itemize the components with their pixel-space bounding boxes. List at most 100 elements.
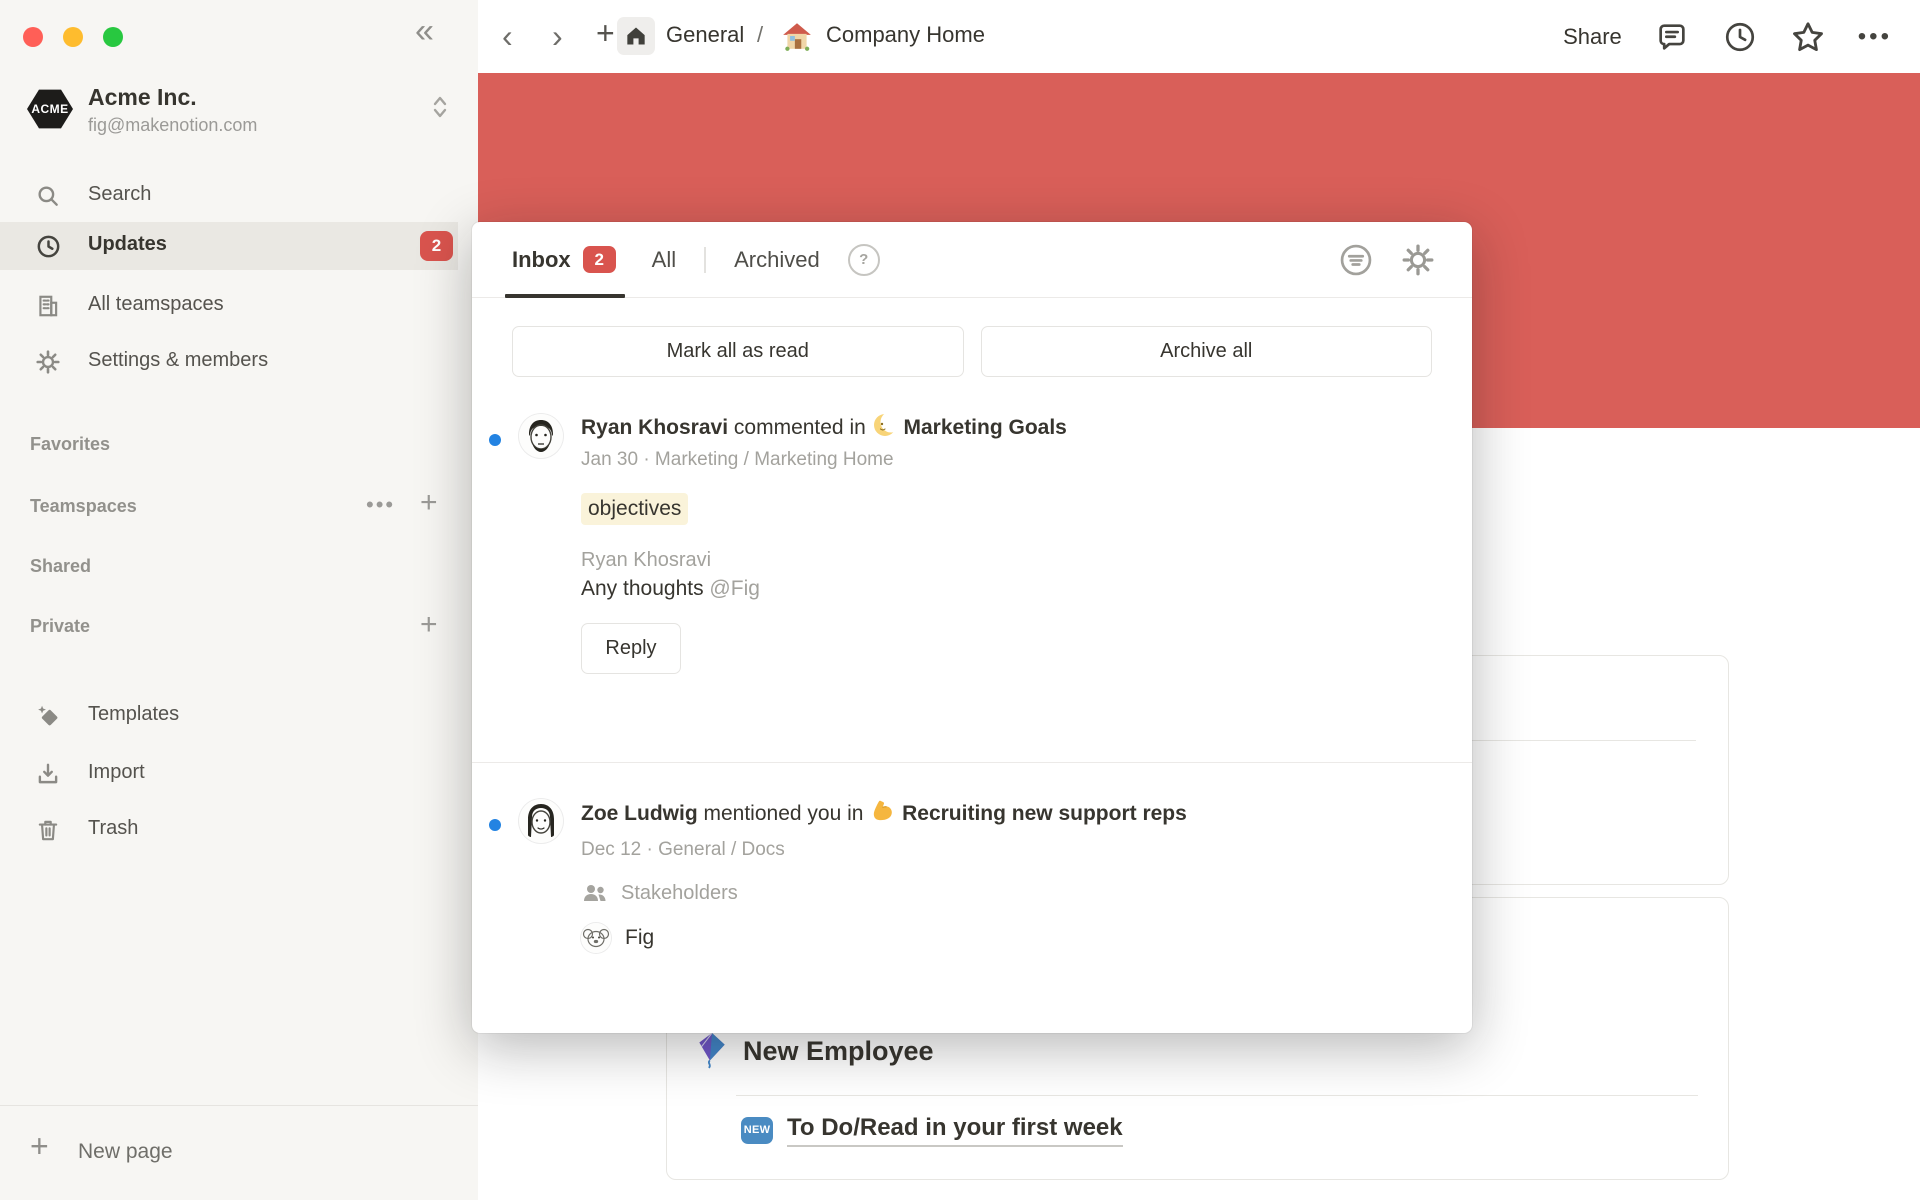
sidebar-item-label: Search (88, 183, 151, 206)
tab-all[interactable]: All (652, 247, 676, 273)
window-controls (23, 27, 123, 47)
zoom-window-button[interactable] (103, 27, 123, 47)
help-icon[interactable]: ? (848, 244, 880, 276)
action-text: commented in (728, 416, 872, 439)
topbar-actions: Share ••• (1563, 0, 1920, 73)
forward-button[interactable]: › (552, 16, 563, 56)
page-history-clock-icon[interactable] (1722, 19, 1758, 55)
more-options-icon[interactable]: ••• (1858, 23, 1892, 51)
unread-dot (489, 819, 501, 831)
page-title: New Employee (743, 1036, 934, 1067)
page-name: Recruiting new support reps (902, 802, 1187, 825)
sidebar-item-templates[interactable]: Templates (0, 692, 478, 740)
comment-author: Ryan Khosravi (581, 549, 1281, 572)
breadcrumb-separator: / (757, 22, 763, 48)
new-button-emoji: NEW (741, 1117, 773, 1144)
workspace-switcher[interactable]: ACME Acme Inc. fig@makenotion.com (0, 84, 478, 146)
collapse-sidebar-icon[interactable]: « (415, 14, 434, 48)
biceps-emoji (869, 797, 896, 824)
sidebar-section-teamspaces[interactable]: Teamspaces (30, 496, 137, 517)
favorite-star-icon[interactable] (1790, 19, 1826, 55)
breadcrumb-page[interactable]: Company Home (826, 22, 985, 48)
highlighted-text: objectives (581, 493, 688, 525)
moon-emoji (872, 412, 898, 438)
inbox-count-badge: 2 (583, 246, 616, 273)
back-button[interactable]: ‹ (502, 16, 513, 56)
mark-all-as-read-button[interactable]: Mark all as read (512, 326, 964, 377)
updates-unread-badge: 2 (420, 231, 453, 261)
popup-header: Inbox 2 All Archived ? (472, 222, 1472, 298)
sidebar-item-settings-members[interactable]: Settings & members (0, 338, 478, 386)
notion-window: « ACME Acme Inc. fig@makenotion.com Sear… (0, 0, 1920, 1200)
sidebar-item-all-teamspaces[interactable]: All teamspaces (0, 282, 478, 330)
import-icon (34, 760, 62, 788)
property-row: Stakeholders (581, 881, 1281, 905)
sidebar-item-search[interactable]: Search (0, 172, 478, 220)
teamspaces-add-icon[interactable]: + (420, 488, 438, 518)
private-add-icon[interactable]: + (420, 610, 438, 640)
templates-icon (34, 702, 62, 730)
home-button[interactable] (617, 17, 655, 55)
sidebar-item-import[interactable]: Import (0, 750, 478, 798)
reply-button[interactable]: Reply (581, 623, 681, 674)
plus-icon: + (30, 1130, 49, 1162)
notification-meta: Dec 12 · General / Docs (581, 839, 1281, 861)
sidebar-item-label: Settings & members (88, 349, 268, 372)
minimize-window-button[interactable] (63, 27, 83, 47)
close-window-button[interactable] (23, 27, 43, 47)
house-emoji (781, 20, 813, 52)
notification-body: Zoe Ludwig mentioned you in Recruiting n… (581, 797, 1281, 953)
clock-icon (34, 232, 62, 260)
new-page-label: New page (78, 1140, 173, 1164)
workspace-name: Acme Inc. (88, 84, 197, 111)
sidebar-item-label: All teamspaces (88, 293, 224, 316)
notification-title: Ryan Khosravi commented in Marketing Goa… (581, 412, 1281, 443)
koala-avatar (581, 923, 611, 953)
sidebar-item-label: Updates (88, 233, 167, 256)
sidebar-section-favorites[interactable]: Favorites (30, 434, 110, 455)
home-icon (623, 23, 649, 49)
gear-icon (34, 348, 62, 376)
comment-text: Any thoughts @Fig (581, 577, 1281, 601)
notification-title: Zoe Ludwig mentioned you in Recruiting n… (581, 797, 1281, 829)
sidebar-item-label: Trash (88, 817, 138, 840)
title-divider (736, 1095, 1698, 1096)
comments-icon[interactable] (1654, 19, 1690, 55)
breadcrumb-root[interactable]: General (666, 22, 744, 48)
sidebar-item-label: Import (88, 761, 145, 784)
notification-divider (472, 762, 1472, 763)
comment-text-main: Any thoughts (581, 577, 709, 600)
notification-body: Ryan Khosravi commented in Marketing Goa… (581, 412, 1281, 674)
sidebar-section-private[interactable]: Private (30, 616, 90, 637)
page-link-to-do-read[interactable]: NEW To Do/Read in your first week (741, 1114, 1123, 1147)
bulk-actions: Mark all as read Archive all (512, 326, 1432, 377)
filter-menu-icon[interactable] (1338, 242, 1374, 278)
workspace-logo: ACME (27, 88, 73, 130)
new-tab-plus-icon[interactable]: + (596, 13, 615, 53)
unread-dot (489, 434, 501, 446)
sidebar-divider (0, 1105, 478, 1106)
share-button[interactable]: Share (1563, 24, 1622, 50)
people-icon (581, 881, 609, 905)
tab-inbox[interactable]: Inbox (512, 247, 571, 273)
sidebar-item-updates[interactable]: Updates 2 (0, 222, 458, 270)
tab-separator (704, 247, 706, 273)
person-row: Fig (581, 923, 1281, 953)
avatar-zoe (519, 799, 563, 843)
search-icon (34, 182, 62, 210)
tab-archived[interactable]: Archived (734, 247, 820, 273)
chevron-up-down-icon (430, 94, 450, 120)
archive-all-button[interactable]: Archive all (981, 326, 1433, 377)
action-text: mentioned you in (698, 802, 870, 825)
teamspaces-more-icon[interactable]: ••• (366, 492, 395, 518)
workspace-email: fig@makenotion.com (88, 115, 257, 136)
property-label: Stakeholders (621, 882, 738, 905)
page-name: Marketing Goals (903, 416, 1066, 439)
sidebar-section-shared[interactable]: Shared (30, 556, 91, 577)
user-name: Zoe Ludwig (581, 802, 698, 825)
updates-inbox-popup: Inbox 2 All Archived ? Mark all as read … (472, 222, 1472, 1033)
user-name: Ryan Khosravi (581, 416, 728, 439)
settings-gear-icon[interactable] (1400, 242, 1436, 278)
kite-emoji (695, 1032, 729, 1070)
sidebar-item-trash[interactable]: Trash (0, 806, 478, 854)
